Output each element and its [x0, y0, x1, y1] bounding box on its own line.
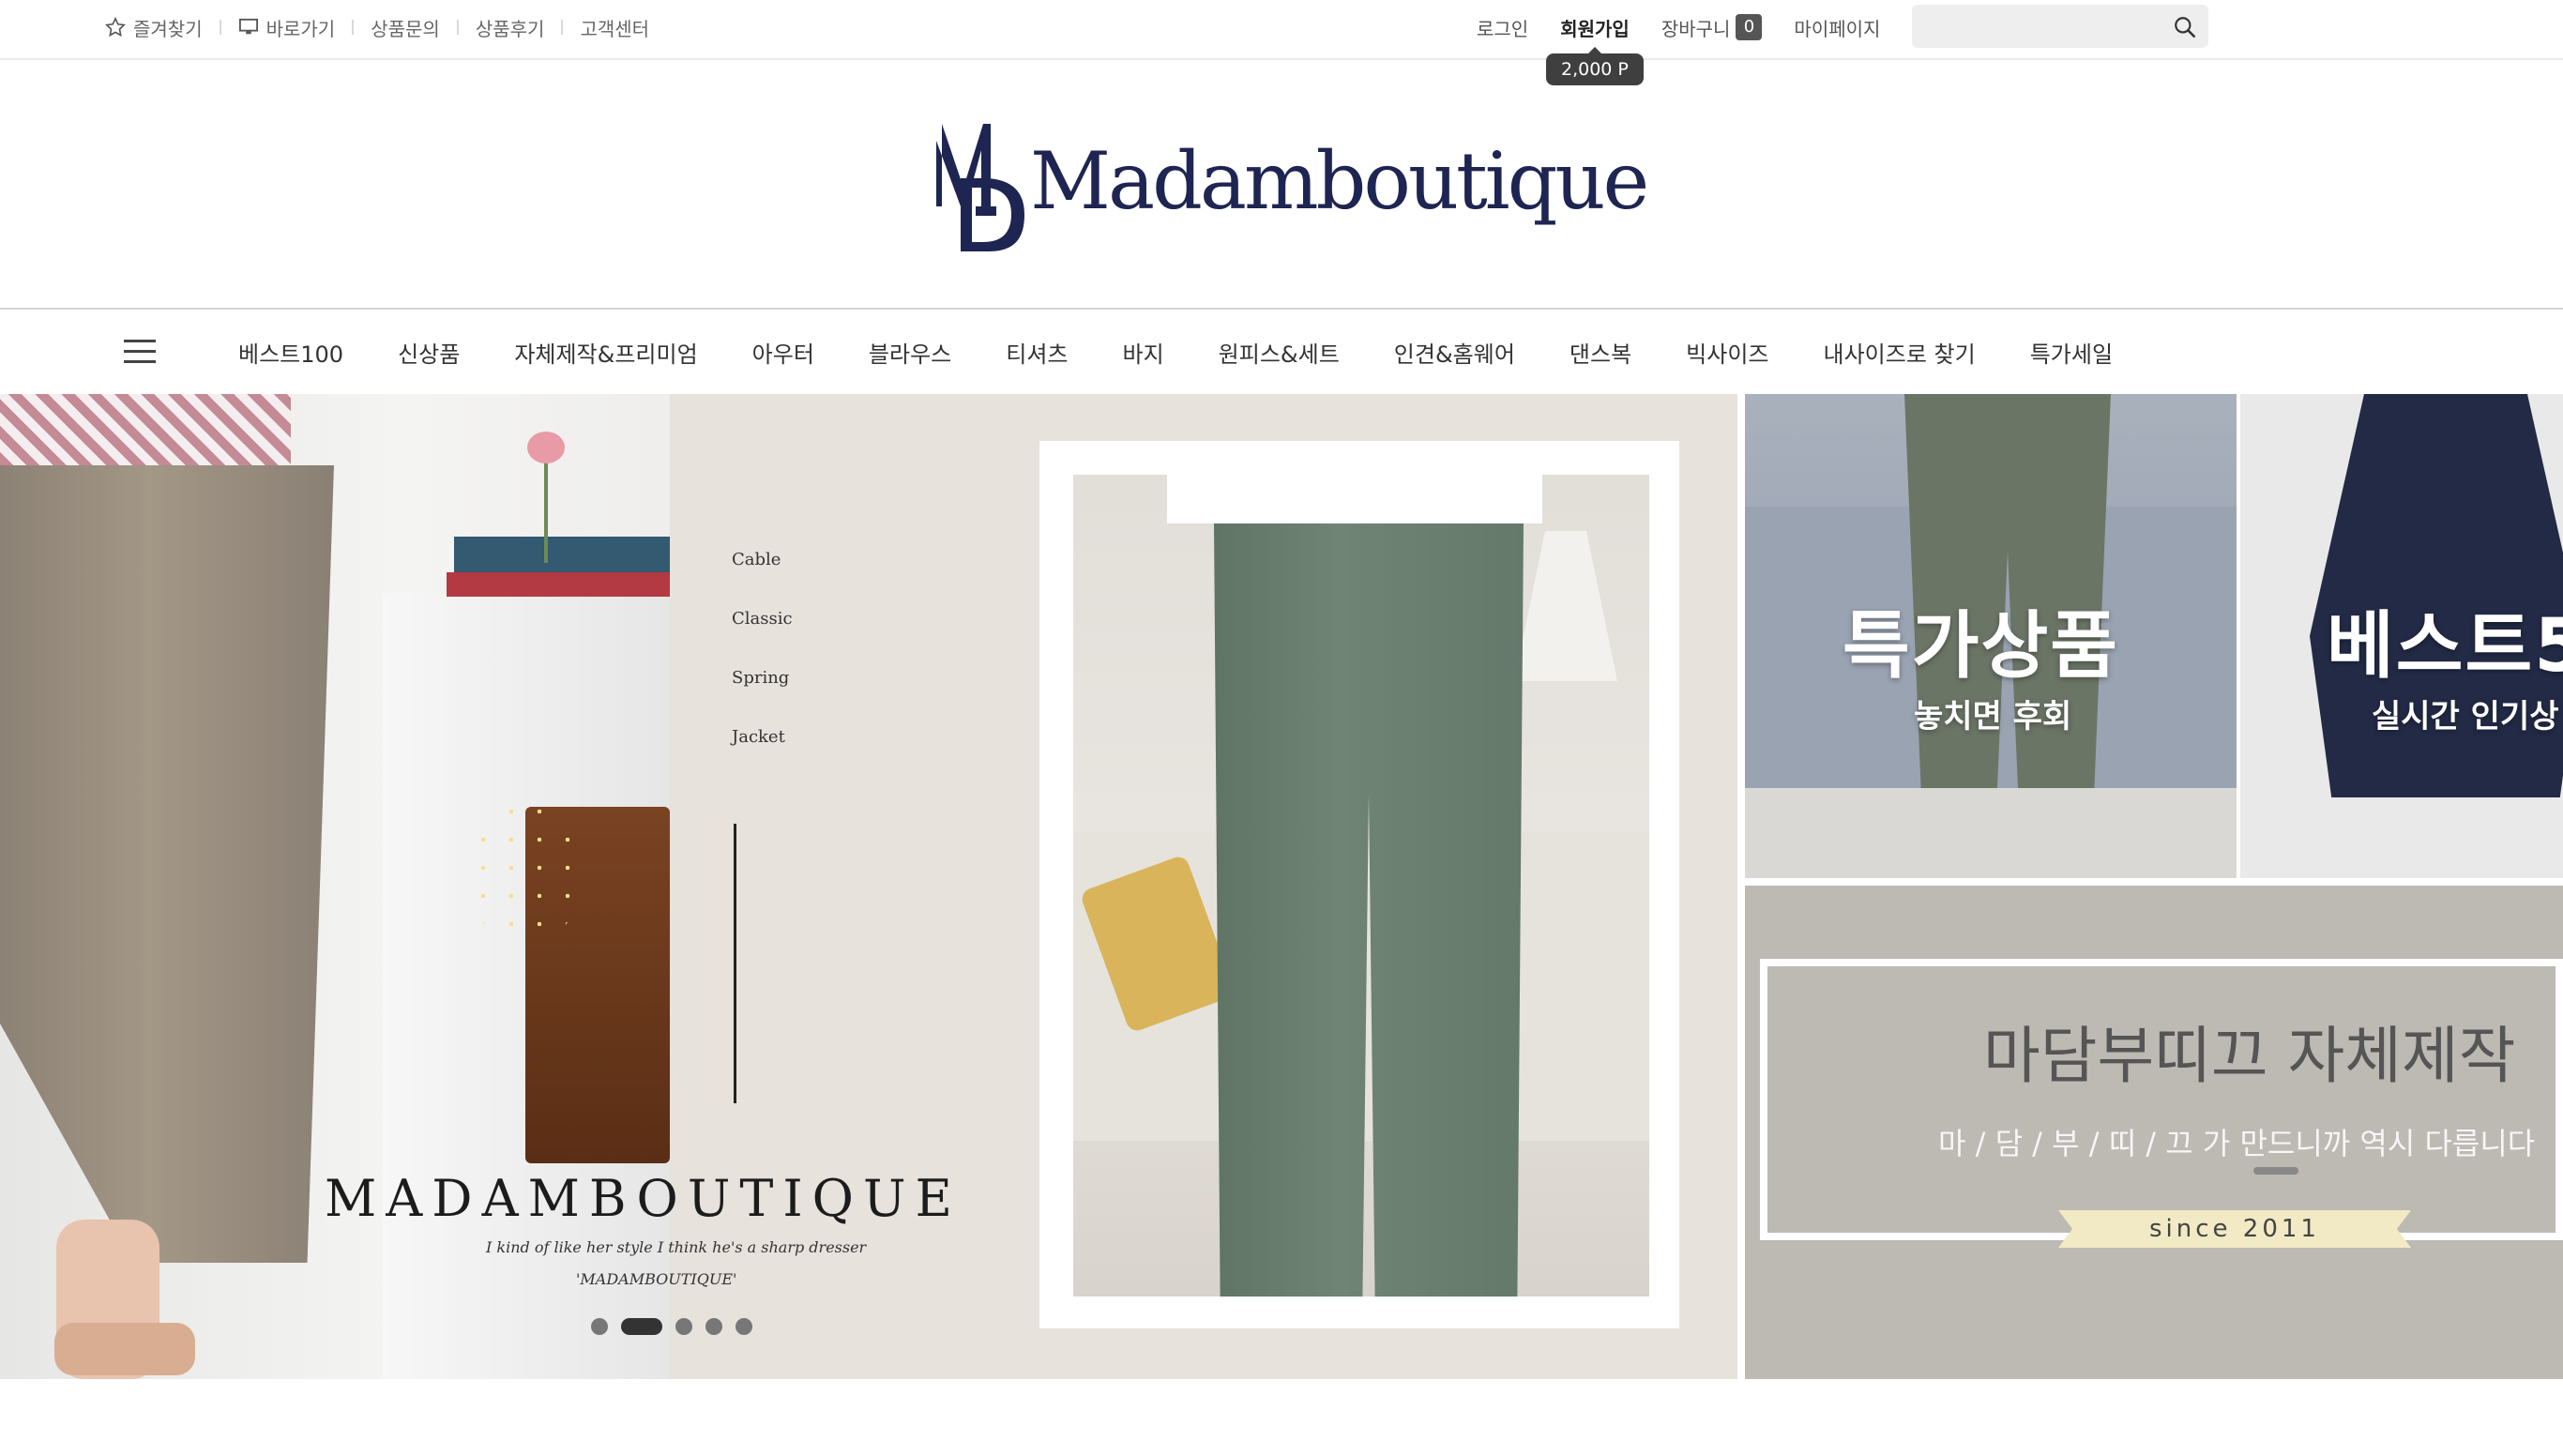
best-banner-subtitle: 실시간 인기상	[2372, 698, 2559, 736]
star-icon	[105, 17, 126, 38]
nav-item-dancewear[interactable]: 댄스복	[1570, 336, 1631, 369]
banner-frame	[1760, 959, 2563, 1240]
search-input[interactable]	[1923, 10, 2158, 42]
product-review-link[interactable]: 상품후기	[476, 14, 545, 41]
nav-item-onepiece-set[interactable]: 원피스&세트	[1219, 336, 1340, 369]
search-box	[1912, 5, 2208, 48]
own-production-banner[interactable]: 마담부띠끄 자체제작 마 / 담 / 부 / 띠 / 끄 가 만드니까 역시 다…	[1745, 886, 2563, 1379]
shortcut-label: 바로가기	[265, 17, 336, 40]
since-ribbon: since 2011	[2058, 1210, 2411, 1248]
top-utility-bar: 즐겨찾기 바로가기 상품문의 상품후기 고객센터 로그인 회원가입 장바구니 0…	[0, 0, 2563, 60]
nav-item-pants[interactable]: 바지	[1123, 336, 1164, 369]
hero-word-cable: Cable	[732, 550, 781, 569]
mypage-link[interactable]: 마이페이지	[1794, 14, 1880, 41]
signup-link[interactable]: 회원가입	[1560, 14, 1630, 41]
hero-brand-title: MADAMBOUTIQUE	[325, 1169, 962, 1228]
divider	[456, 20, 459, 35]
sale-banner-title: 특가상품	[1843, 604, 2120, 689]
nav-item-find-my-size[interactable]: 내사이즈로 찾기	[1824, 336, 1976, 369]
slider-dot-1[interactable]	[591, 1318, 608, 1335]
slider-pagination	[591, 1317, 766, 1336]
cart-link[interactable]: 장바구니 0	[1661, 14, 1763, 41]
nav-item-best100[interactable]: 베스트100	[238, 336, 343, 369]
monitor-icon	[238, 18, 258, 35]
nav-item-blouse[interactable]: 블라우스	[869, 336, 951, 369]
best-banner-title: 베스트5	[2327, 604, 2563, 689]
product-photo	[1073, 475, 1649, 1297]
nav-item-new[interactable]: 신상품	[398, 336, 460, 369]
sale-banner-subtitle: 놓치면 후회	[1914, 698, 2072, 736]
nav-item-premium[interactable]: 자체제작&프리미엄	[514, 336, 697, 369]
slider-dot-3[interactable]	[675, 1318, 692, 1335]
shortcut-link[interactable]: 바로가기	[238, 14, 336, 41]
bookmark-label: 즐겨찾기	[133, 17, 203, 40]
hamburger-menu-icon[interactable]	[124, 340, 156, 364]
cart-count-badge: 0	[1736, 14, 1763, 40]
product-review-label: 상품후기	[475, 17, 545, 40]
decorative-bar	[2253, 1167, 2298, 1175]
nav-item-outer[interactable]: 아우터	[752, 336, 814, 369]
slider-dot-4[interactable]	[705, 1318, 722, 1335]
logo-wordmark: Madamboutique	[1030, 135, 1649, 227]
nav-item-tshirt[interactable]: 티셔츠	[1006, 336, 1068, 369]
category-menu: 베스트100 신상품 자체제작&프리미엄 아우터 블라우스 티셔츠 바지 원피스…	[238, 310, 2167, 394]
hero-lifestyle-photo	[0, 394, 670, 1379]
site-logo[interactable]: Madamboutique	[923, 113, 1649, 253]
bookmark-link[interactable]: 즐겨찾기	[105, 14, 203, 41]
account-links: 로그인 회원가입 장바구니 0 마이페이지	[1477, 0, 1912, 54]
product-inquiry-label: 상품문의	[371, 17, 440, 40]
md-logo-mark	[929, 124, 1024, 251]
special-sale-banner[interactable]: 특가상품 놓치면 후회	[1745, 394, 2237, 878]
hero-word-jacket: Jacket	[732, 727, 785, 747]
customer-center-label: 고객센터	[580, 17, 650, 40]
hero-divider-line	[734, 824, 736, 1103]
customer-center-link[interactable]: 고객센터	[580, 14, 649, 41]
product-inquiry-link[interactable]: 상품문의	[371, 14, 440, 41]
main-navigation: 베스트100 신상품 자체제작&프리미엄 아우터 블라우스 티셔츠 바지 원피스…	[0, 308, 2563, 394]
hero-word-spring: Spring	[732, 668, 790, 688]
login-link[interactable]: 로그인	[1477, 14, 1528, 41]
divider	[219, 20, 221, 35]
hero-tagline-brand: 'MADAMBOUTIQUE'	[576, 1270, 737, 1288]
divider	[352, 20, 355, 35]
divider	[561, 20, 564, 35]
signup-points-tooltip: 2,000 P	[1546, 47, 1644, 85]
nav-item-special-sale[interactable]: 특가세일	[2030, 336, 2113, 369]
slider-dot-2[interactable]	[621, 1318, 662, 1335]
hero-tagline: I kind of like her style I think he's a …	[486, 1238, 867, 1256]
slider-dot-5[interactable]	[736, 1318, 752, 1335]
search-icon[interactable]	[2173, 15, 2197, 39]
utility-links: 즐겨찾기 바로가기 상품문의 상품후기 고객센터	[105, 0, 649, 54]
nav-item-rayon-homewear[interactable]: 인견&홈웨어	[1394, 336, 1515, 369]
own-production-subtitle: 마 / 담 / 부 / 띠 / 끄 가 만드니까 역시 다릅니다	[1938, 1126, 2536, 1161]
nav-item-bigsize[interactable]: 빅사이즈	[1686, 336, 1768, 369]
cart-label: 장바구니	[1661, 17, 1731, 40]
own-production-title: 마담부띠끄 자체제작	[1983, 1020, 2516, 1092]
best5-banner[interactable]: 베스트5 실시간 인기상	[2240, 394, 2563, 878]
hero-word-classic: Classic	[732, 609, 793, 629]
hero-slider[interactable]: Cable Classic Spring Jacket MADAMBOUTIQU…	[0, 394, 1737, 1379]
